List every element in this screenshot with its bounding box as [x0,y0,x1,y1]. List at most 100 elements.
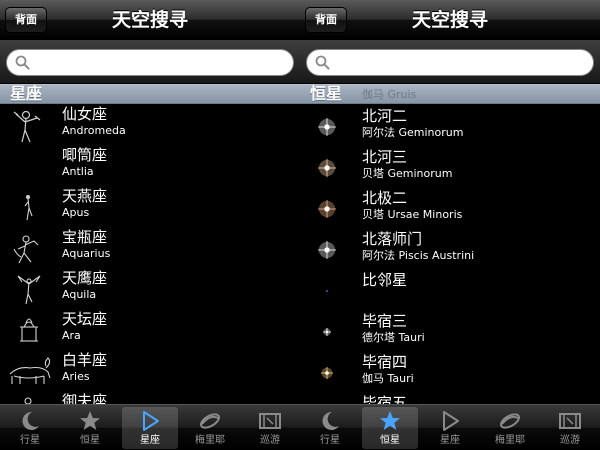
section-title: 星座 [10,84,43,103]
star-list[interactable]: 北河二 阿尔法 Geminorum 北河三 贝塔 Geminorum 北极二 贝塔 Urs… [300,104,600,404]
tab-label: 巡游 [560,435,580,446]
moon-icon [322,411,339,430]
tab-messier[interactable]: 梅里耶 [182,407,238,449]
item-name-zh: 毕宿三 [362,312,408,330]
star-glyph-icon [325,289,329,293]
item-name-en: Apus [62,206,90,219]
item-name-zh: 天坛座 [62,310,108,328]
navigation-bar: 背面 天空搜寻 [300,0,600,40]
triangle-icon [143,411,159,431]
list-item[interactable]: 毕宿四 伽马 Tauri [300,352,600,393]
tab-bar: 行星 恒星 星座 梅里耶 巡游 [0,404,300,450]
list-item[interactable]: 北极二 贝塔 Ursae Minoris [300,188,600,229]
list-item[interactable]: 天鹰座 Aquila [0,268,300,309]
item-name-en: Aquarius [62,247,111,260]
moon-icon [22,411,39,430]
tab-planets[interactable]: 行星 [302,407,358,449]
item-name-en: 贝塔 Ursae Minoris [362,208,463,221]
star-glyph-icon [318,200,336,218]
list-item[interactable]: 比邻星 [300,270,600,311]
tab-label: 梅里耶 [495,435,525,446]
back-button[interactable]: 背面 [5,7,47,33]
item-name-zh: 北极二 [362,189,408,207]
item-name-en: 德尔塔 Tauri [362,331,425,344]
item-name-en: 阿尔法 Piscis Austrini [362,249,475,262]
galaxy-icon [499,413,521,429]
list-item[interactable]: 天燕座 Apus [0,186,300,227]
constellation-list[interactable]: 仙女座 Andromeda 唧筒座 Antlia 天燕座 Apus 宝瓶座 Aq… [0,104,300,404]
search-bar [0,40,300,84]
section-header: 星座 [0,84,300,104]
tab-messier[interactable]: 梅里耶 [482,407,538,449]
item-name-en: 阿尔法 Geminorum [362,126,464,139]
list-item[interactable]: 毕宿三 德尔塔 Tauri [300,311,600,352]
tab-label: 星座 [440,435,460,446]
item-name-en: Andromeda [62,124,126,137]
auriga-figure-icon [24,397,32,404]
galaxy-icon [199,413,221,429]
item-name-en: Antlia [62,165,94,178]
section-header: 恒星 伽马 Gruis [300,84,600,104]
item-name-zh: 北落师门 [362,230,423,248]
item-name-en: Aquila [62,288,97,301]
item-name-en: 伽马 Tauri [362,372,414,385]
item-name-zh: 毕宿五 [362,394,408,404]
search-field[interactable] [306,49,594,76]
list-item[interactable]: 唧筒座 Antlia [0,145,300,186]
search-icon [315,55,330,70]
aquila-figure-icon [17,275,41,305]
section-title: 恒星 [310,84,343,103]
tab-bar: 行星 恒星 星座 梅里耶 巡游 [300,404,600,450]
search-input[interactable] [35,53,285,73]
item-name-zh: 唧筒座 [62,146,108,164]
tab-stars[interactable]: 恒星 [362,407,418,449]
list-item[interactable]: 北河二 阿尔法 Geminorum [300,106,600,147]
scrolled-item-ghost: 伽马 Gruis [362,88,417,101]
search-bar [300,40,600,84]
tab-constellations[interactable]: 星座 [122,407,178,449]
star-glyph-icon [318,241,336,259]
search-input[interactable] [335,53,585,73]
star-glyph-icon [323,328,331,336]
back-button[interactable]: 背面 [305,7,347,33]
tab-stars[interactable]: 恒星 [62,407,118,449]
tab-tours[interactable]: 巡游 [242,407,298,449]
list-item[interactable]: 仙女座 Andromeda [0,104,300,145]
item-name-zh: 毕宿四 [362,353,408,371]
item-name-zh: 比邻星 [362,271,408,289]
film-icon [559,413,581,429]
list-item[interactable]: 白羊座 Aries [0,350,300,391]
search-field[interactable] [6,49,294,76]
andromeda-figure-icon [13,110,41,143]
tab-tours[interactable]: 巡游 [542,407,598,449]
list-item[interactable]: 御夫座 [0,391,300,404]
tab-planets[interactable]: 行星 [2,407,58,449]
tab-label: 星座 [140,435,160,446]
tab-label: 巡游 [260,435,280,446]
tab-label: 行星 [320,435,340,446]
ara-figure-icon [20,318,38,342]
star-icon [80,411,100,430]
item-name-zh: 仙女座 [62,105,108,123]
item-name-en: Aries [62,370,90,383]
tab-label: 行星 [20,435,40,446]
antlia-figure-icon [4,147,54,185]
item-name-zh: 北河三 [362,148,408,166]
tab-constellations[interactable]: 星座 [422,407,478,449]
star-icon [380,411,400,430]
list-item[interactable]: 北河三 贝塔 Geminorum [300,147,600,188]
aries-figure-icon [9,357,51,384]
list-item[interactable]: 天坛座 Ara [0,309,300,350]
tab-label: 梅里耶 [195,435,225,446]
item-name-zh: 宝瓶座 [62,228,108,246]
list-item[interactable]: 北落师门 阿尔法 Piscis Austrini [300,229,600,270]
star-glyph-icon [321,367,333,379]
search-icon [15,55,30,70]
stars-screen: 背面 天空搜寻 恒星 伽马 Gruis 北河二 阿尔法 Geminorum 北河三贝… [300,0,600,450]
item-name-zh: 天燕座 [62,187,108,205]
list-item[interactable]: 毕宿五 [300,393,600,404]
apus-figure-icon [24,194,33,221]
film-icon [259,413,281,429]
list-item[interactable]: 宝瓶座 Aquarius [0,227,300,268]
star-glyph-icon [318,118,336,136]
